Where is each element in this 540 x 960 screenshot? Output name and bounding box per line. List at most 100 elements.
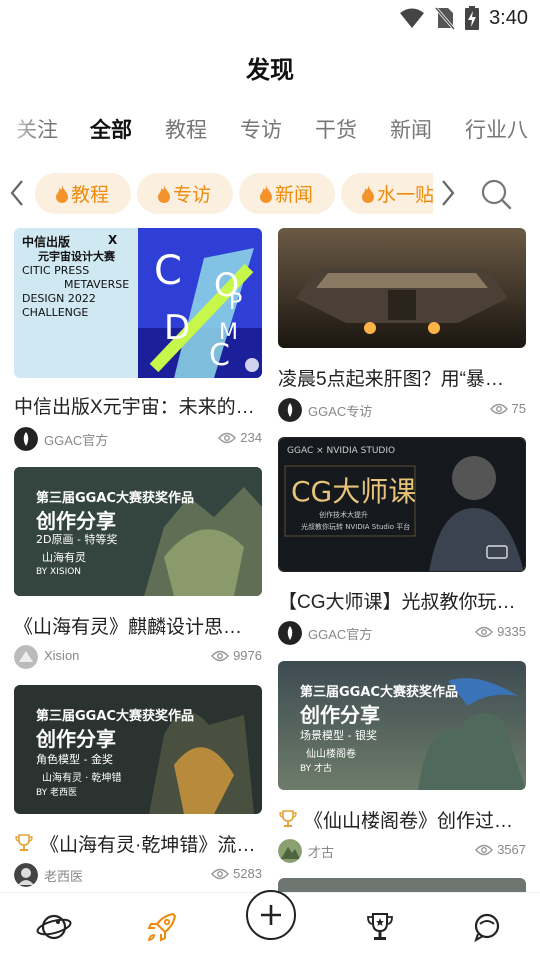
chevron-left-icon[interactable]	[7, 178, 27, 208]
article-meta: Xision 9976	[14, 645, 262, 669]
tag-label: 水一贴	[377, 185, 433, 206]
thumbnail-line: 创作技术大提升	[319, 511, 368, 519]
thumbnail-line: DESIGN 2022	[22, 292, 96, 305]
planet-icon	[36, 914, 72, 940]
tag-interview[interactable]: 专访	[137, 173, 233, 214]
tab-all[interactable]: 全部	[90, 114, 132, 144]
tab-resources[interactable]: 干货	[315, 114, 357, 144]
ggac-avatar-icon[interactable]	[278, 398, 302, 422]
thumbnail-letter: C	[154, 248, 182, 294]
thumbnail-letter: D	[164, 308, 191, 348]
flame-icon	[260, 184, 272, 203]
thumbnail-line: 仙山楼阁卷	[306, 749, 356, 760]
nav-contest[interactable]	[360, 907, 400, 947]
article-title[interactable]: 【CG大师课】光叔教你玩…	[278, 587, 526, 614]
ggac-avatar-icon[interactable]	[14, 427, 38, 451]
article-meta: 老西医 5283	[14, 863, 262, 887]
tabs-fade	[0, 114, 40, 150]
nav-messages[interactable]	[467, 907, 507, 947]
battery-charging-icon	[465, 6, 480, 30]
create-post-button[interactable]	[246, 890, 296, 940]
search-icon[interactable]	[480, 178, 512, 210]
thumbnail-letter: C	[209, 338, 230, 373]
article-thumbnail[interactable]: 第三届GGAC大赛获奖作品 创作分享 角色模型 - 金奖 山海有灵 · 乾坤错 …	[14, 685, 262, 814]
thumbnail-line: CHALLENGE	[22, 306, 89, 319]
article-title[interactable]: 凌晨5点起来肝图？用“暴…	[278, 364, 526, 391]
tag-tutorial[interactable]: 教程	[35, 173, 131, 214]
article-thumbnail[interactable]: 第三届GGAC大赛获奖作品 创作分享 场景模型 - 银奖 仙山楼阁卷 BY 才古	[278, 661, 526, 790]
author-name[interactable]: 才古	[308, 842, 334, 861]
article-thumbnail[interactable]: GGAC × NVIDIA STUDIO CG大师课 创作技术大提升 光叔教你玩…	[278, 437, 526, 572]
tag-label: 教程	[71, 185, 110, 206]
tag-news[interactable]: 新闻	[239, 173, 335, 214]
status-time: 3:40	[489, 6, 528, 29]
article-title[interactable]: 中信出版X元宇宙：未来的…	[14, 392, 262, 419]
view-count: 3567	[475, 842, 526, 857]
article-thumbnail[interactable]: 第三届GGAC大赛获奖作品 创作分享 2D原画 - 特等奖 山海有灵 BY XI…	[14, 467, 262, 596]
thumbnail-art	[278, 228, 526, 348]
article-title[interactable]: 《山海有灵·乾坤错》流…	[14, 830, 262, 857]
thumbnail-line: CG大师课	[291, 475, 417, 508]
nav-explore[interactable]	[142, 907, 182, 947]
thumbnail-letter: P	[229, 290, 243, 315]
thumbnail-line: GGAC × NVIDIA STUDIO	[287, 446, 396, 456]
article-title[interactable]: 《仙山楼阁卷》创作过…	[278, 806, 526, 833]
user-avatar-icon[interactable]	[14, 863, 38, 887]
trophy-icon	[15, 834, 33, 851]
thumbnail-line: BY XISION	[36, 567, 82, 577]
article-meta: GGAC专访 75	[278, 398, 526, 422]
user-avatar-icon[interactable]	[14, 645, 38, 669]
author-name[interactable]: GGAC官方	[308, 624, 372, 643]
thumbnail-line: 创作分享	[36, 727, 116, 751]
view-count: 75	[489, 401, 526, 416]
thumbnail-line: 创作分享	[300, 703, 380, 727]
view-count: 234	[218, 430, 262, 445]
thumbnail-line: 山海有灵	[42, 551, 86, 564]
tab-industry[interactable]: 行业八	[465, 114, 528, 144]
article-title-text: 《仙山楼阁卷》创作过…	[304, 811, 514, 832]
thumbnail-line: 山海有灵 · 乾坤错	[42, 773, 122, 784]
thumbnail-line: 2D原画 - 特等奖	[36, 533, 118, 546]
page-title: 发现	[246, 57, 294, 84]
article-thumbnail[interactable]: 中信出版 X 元宇宙设计大赛 CITIC PRESS METAVERSE DES…	[14, 228, 262, 378]
nav-discover[interactable]	[34, 907, 74, 947]
view-count: 9976	[211, 648, 262, 663]
author-name[interactable]: GGAC官方	[44, 430, 108, 449]
thumbnail-line: 光叔教你玩转 NVIDIA Studio 平台	[301, 523, 411, 531]
author-name[interactable]: Xision	[44, 648, 79, 663]
view-count: 9335	[475, 624, 526, 639]
view-count-value: 234	[240, 430, 262, 445]
eye-icon	[489, 403, 508, 414]
flame-icon	[158, 184, 170, 203]
eye-icon	[211, 650, 230, 661]
thumbnail-line: BY 才古	[300, 764, 333, 774]
tag-chat[interactable]: 水一贴	[341, 173, 433, 214]
article-meta: GGAC官方 234	[14, 427, 262, 451]
tab-tutorial[interactable]: 教程	[165, 114, 207, 144]
author-name[interactable]: 老西医	[44, 866, 83, 885]
user-avatar-icon[interactable]	[278, 839, 302, 863]
chevron-right-icon[interactable]	[438, 178, 458, 208]
tab-news[interactable]: 新闻	[390, 114, 432, 144]
article-thumbnail[interactable]	[278, 878, 526, 892]
thumbnail-line: X	[108, 233, 118, 247]
thumbnail-line: 场景模型 - 银奖	[300, 729, 377, 742]
category-tabs: 关注 全部 教程 专访 干货 新闻 行业八	[0, 114, 540, 150]
author-name[interactable]: GGAC专访	[308, 401, 372, 420]
tab-interview[interactable]: 专访	[240, 114, 282, 144]
article-meta: 才古 3567	[278, 839, 526, 863]
eye-icon	[211, 868, 230, 879]
view-count: 5283	[211, 866, 262, 881]
article-meta: GGAC官方 9335	[278, 621, 526, 645]
article-thumbnail[interactable]	[278, 228, 526, 348]
tag-label: 新闻	[275, 185, 314, 206]
flame-icon	[56, 184, 68, 203]
status-bar: 3:40	[0, 0, 540, 36]
flame-icon	[362, 184, 374, 203]
ggac-avatar-icon[interactable]	[278, 621, 302, 645]
rocket-icon	[147, 912, 177, 942]
no-sim-icon	[435, 7, 456, 30]
article-title[interactable]: 《山海有灵》麒麟设计思…	[14, 612, 262, 639]
bottom-nav	[0, 890, 540, 960]
thumbnail-line: 第三届GGAC大赛获奖作品	[300, 685, 458, 700]
